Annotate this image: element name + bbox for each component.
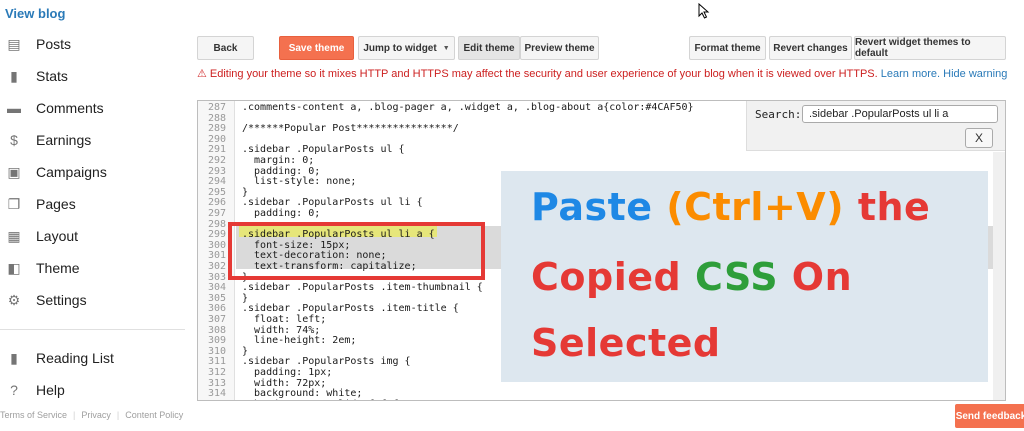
campaigns-icon: ▣ xyxy=(7,163,21,180)
line-number: 302 xyxy=(207,261,226,272)
sidebar-divider xyxy=(0,329,185,330)
save-theme-button[interactable]: Save theme xyxy=(279,36,354,60)
banner-line-2: Copied CSS On xyxy=(531,255,852,299)
sidebar-item-posts[interactable]: ▤ Posts xyxy=(0,30,185,58)
view-blog-link[interactable]: View blog xyxy=(5,6,65,21)
sidebar-item-layout[interactable]: ▦ Layout xyxy=(0,222,185,250)
caret-down-icon: ▼ xyxy=(442,44,450,52)
code-text: border: 5px solid #f1f1f1; xyxy=(242,399,411,400)
sidebar-item-label: Layout xyxy=(36,228,79,244)
sidebar-item-label: Earnings xyxy=(36,132,92,148)
sidebar-item-label: Stats xyxy=(36,68,68,84)
theme-icon: ◧ xyxy=(7,259,21,276)
close-search-button[interactable]: X xyxy=(965,128,993,148)
banner-word-copied: Copied xyxy=(531,255,682,299)
code-text: .comments-content a, .blog-pager a, .wid… xyxy=(242,102,694,113)
sidebar-item-earnings[interactable]: $ Earnings xyxy=(0,126,185,154)
warning-icon: ⚠ xyxy=(197,68,207,80)
posts-icon: ▤ xyxy=(7,35,21,52)
sidebar-item-label: Reading List xyxy=(36,350,114,366)
code-text: margin: 0; xyxy=(242,155,315,166)
sidebar-item-theme[interactable]: ◧ Theme xyxy=(0,254,185,282)
help-icon: ? xyxy=(10,382,18,398)
banner-word-on: On xyxy=(791,255,853,299)
comments-icon: ▬ xyxy=(7,100,21,116)
line-number: 315 xyxy=(198,399,226,400)
code-text: /******Popular Post****************/ xyxy=(242,123,459,135)
https-warning: ⚠ Editing your theme so it mixes HTTP and… xyxy=(197,67,1007,80)
dollar-icon: $ xyxy=(10,132,18,148)
search-panel: Search: .sidebar .PopularPosts ul li a X xyxy=(746,101,1005,151)
sidebar-item-label: Posts xyxy=(36,36,72,52)
banner-word-css: CSS xyxy=(694,255,779,299)
selection-outline xyxy=(228,222,485,280)
editor-scrollbar[interactable] xyxy=(993,152,1005,400)
jump-to-widget-label: Jump to widget xyxy=(363,42,437,54)
banner-line-3: Selected xyxy=(531,321,721,365)
jump-to-widget-dropdown[interactable]: Jump to widget ▼ xyxy=(358,36,455,60)
stats-icon: ▮ xyxy=(10,67,18,84)
send-feedback-button[interactable]: Send feedback xyxy=(955,404,1024,428)
banner-word-paste: Paste xyxy=(531,185,653,229)
instruction-banner: Paste (Ctrl+V) the Copied CSS On Selecte… xyxy=(501,171,988,382)
line-number: 292 xyxy=(207,155,226,166)
revert-widget-themes-button[interactable]: Revert widget themes to default xyxy=(854,36,1006,60)
layout-icon: ▦ xyxy=(7,227,21,244)
code-text: padding: 1px; xyxy=(242,367,333,378)
sidebar-item-label: Help xyxy=(36,382,65,398)
sidebar-item-label: Theme xyxy=(36,260,80,276)
banner-word-the: the xyxy=(857,185,931,229)
code-text: padding: 0; xyxy=(242,208,321,219)
sidebar-item-label: Campaigns xyxy=(36,164,107,180)
revert-changes-button[interactable]: Revert changes xyxy=(769,36,852,60)
line-number: 287 xyxy=(207,102,226,113)
sidebar-item-label: Settings xyxy=(36,292,87,308)
bookmark-icon: ▮ xyxy=(10,349,18,366)
sidebar-item-settings[interactable]: ⚙ Settings xyxy=(0,286,185,314)
search-input[interactable]: .sidebar .PopularPosts ul li a xyxy=(802,105,998,123)
format-theme-button[interactable]: Format theme xyxy=(689,36,766,60)
code-text: .sidebar .PopularPosts .item-thumbnail { xyxy=(242,282,483,294)
banner-word-selected: Selected xyxy=(531,321,721,365)
sidebar-item-campaigns[interactable]: ▣ Campaigns xyxy=(0,158,185,186)
gear-icon: ⚙ xyxy=(7,291,21,308)
preview-theme-button[interactable]: Preview theme xyxy=(520,36,599,60)
footer-separator: | xyxy=(73,410,76,420)
learn-more-link[interactable]: Learn more. xyxy=(881,68,940,80)
line-number: 307 xyxy=(207,314,226,325)
line-number: 312 xyxy=(207,367,226,378)
sidebar-item-label: Comments xyxy=(36,100,104,116)
footer-separator: | xyxy=(116,410,120,420)
banner-word-shortcut: (Ctrl+V) xyxy=(666,185,845,229)
mouse-cursor-icon xyxy=(698,3,710,19)
code-text: line-height: 2em; xyxy=(242,335,357,347)
footer-links: Terms of Service | Privacy | Content Pol… xyxy=(0,410,183,420)
sidebar-item-pages[interactable]: ❐ Pages xyxy=(0,190,185,218)
banner-line-1: Paste (Ctrl+V) the xyxy=(531,185,930,229)
search-label: Search: xyxy=(755,108,802,121)
sidebar-item-help[interactable]: ? Help xyxy=(0,376,185,404)
hide-warning-link[interactable]: Hide warning xyxy=(943,68,1007,80)
code-line: 292 margin: 0; xyxy=(198,155,1005,167)
line-number: 297 xyxy=(207,208,226,219)
sidebar-item-reading-list[interactable]: ▮ Reading List xyxy=(0,344,185,372)
sidebar-item-comments[interactable]: ▬ Comments xyxy=(0,94,185,122)
theme-editor-page: View blog ▤ Posts ▮ Stats ▬ Comments $ Earnings… xyxy=(0,0,1024,431)
content-policy-link[interactable]: Content Policy xyxy=(125,410,183,420)
back-button[interactable]: Back xyxy=(197,36,254,60)
code-text: float: left; xyxy=(242,314,327,325)
privacy-link[interactable]: Privacy xyxy=(81,410,111,420)
sidebar-item-stats[interactable]: ▮ Stats xyxy=(0,62,185,90)
edit-theme-button[interactable]: Edit theme xyxy=(458,36,520,60)
pages-icon: ❐ xyxy=(7,195,21,212)
sidebar-item-label: Pages xyxy=(36,196,76,212)
code-text: list-style: none; xyxy=(242,176,357,188)
warning-text: Editing your theme so it mixes HTTP and … xyxy=(209,68,878,80)
code-line: 315 border: 5px solid #f1f1f1; xyxy=(198,399,1005,400)
terms-link[interactable]: Terms of Service xyxy=(0,410,67,420)
sidebar: View blog ▤ Posts ▮ Stats ▬ Comments $ Earnings… xyxy=(0,0,185,431)
